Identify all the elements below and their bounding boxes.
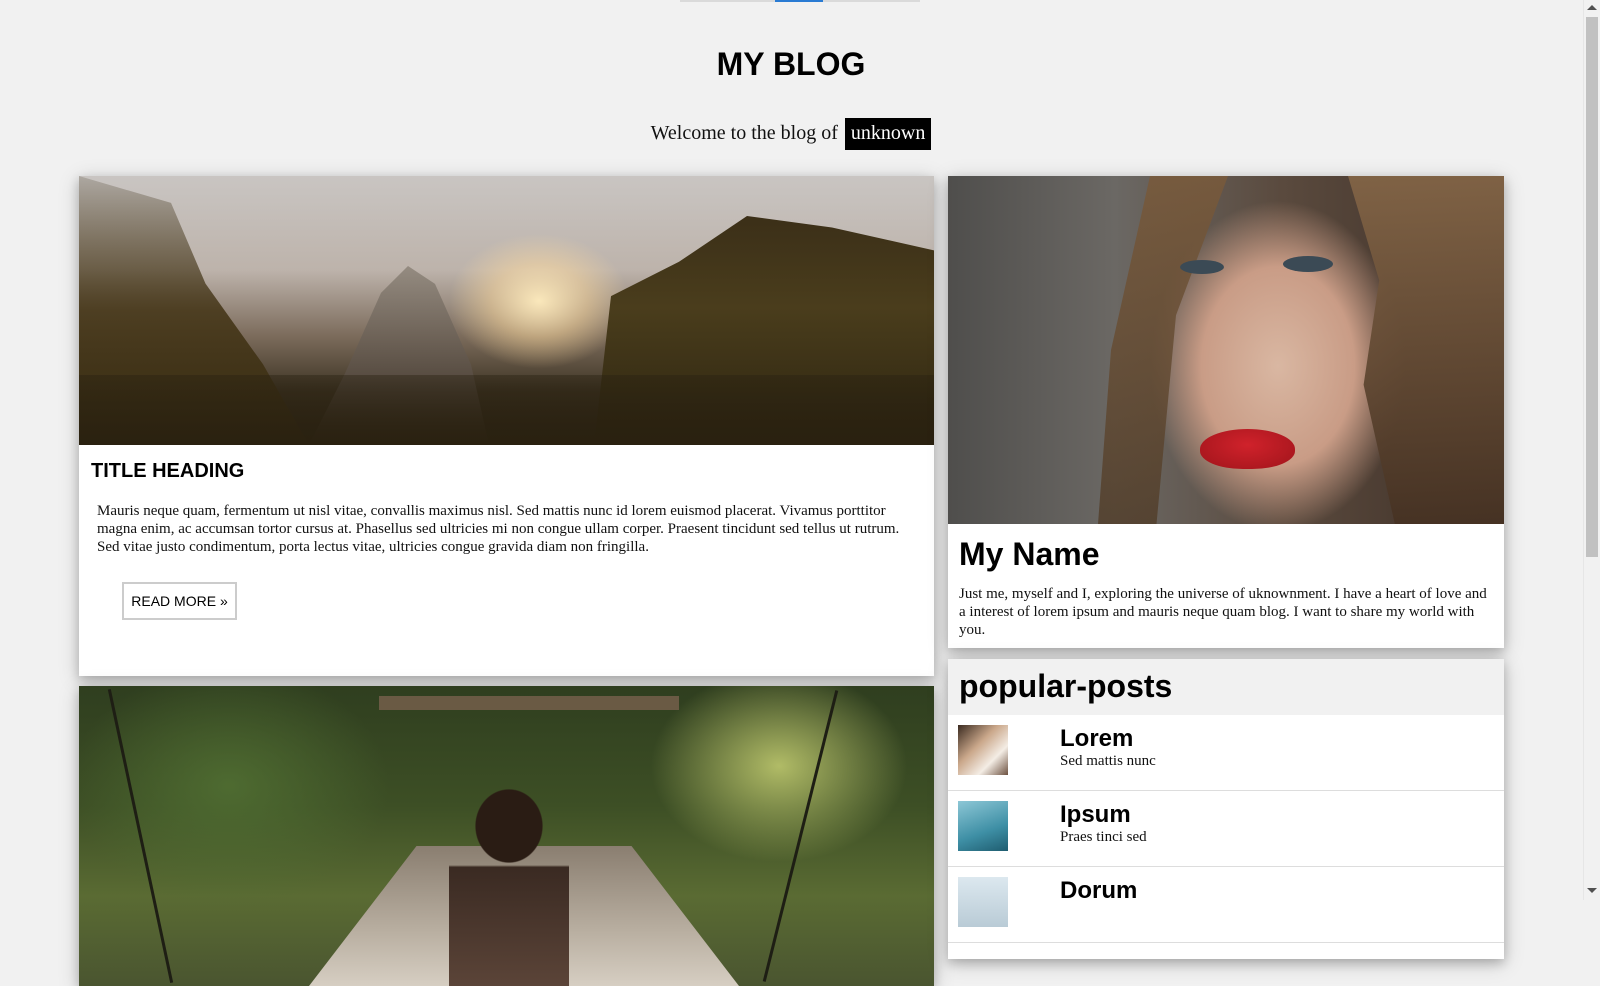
read-more-button[interactable]: READ MORE » [122,582,237,620]
hair-left-shape [1098,176,1228,524]
popular-post-item[interactable]: Dorum [948,867,1504,943]
forest-foreground-shape [79,375,934,445]
about-card: My Name Just me, myself and I, exploring… [948,176,1504,648]
popular-posts-card: popular-posts Lorem Sed mattis nunc Ipsu… [948,659,1504,959]
popular-post-thumbnail [958,877,1008,927]
welcome-text: Welcome to the blog of [650,122,838,144]
about-text: Just me, myself and I, exploring the uni… [959,586,1487,638]
popular-post-name: Ipsum [1060,801,1131,828]
eye-left-shape [1180,260,1224,274]
bridge-rope-right [762,690,839,982]
scroll-up-arrow-icon[interactable] [1587,5,1597,10]
top-nav-active-indicator[interactable] [775,0,823,2]
scrollbar-thumb[interactable] [1586,17,1598,557]
scroll-down-arrow-icon[interactable] [1587,888,1597,893]
popular-post-name: Dorum [1060,877,1138,904]
bridge-rope-left [107,688,174,984]
page-title: MY BLOG [716,46,866,82]
welcome-line: Welcome to the blog of unknown [0,118,1582,150]
popular-posts-header: popular-posts [948,659,1504,715]
blog-post-card [79,686,934,986]
bridge-frame [379,696,679,710]
popular-post-subtitle: Sed mattis nunc [1060,753,1156,769]
popular-post-subtitle: Praes tinci sed [1060,829,1147,845]
about-name: My Name [959,536,1100,572]
welcome-name-tag: unknown [844,118,932,150]
popular-post-thumbnail [958,801,1008,851]
page-scrollbar[interactable] [1583,0,1600,900]
popular-post-item[interactable]: Lorem Sed mattis nunc [948,715,1504,791]
hair-right-shape [1348,176,1504,524]
popular-post-item[interactable]: Ipsum Praes tinci sed [948,791,1504,867]
bridge-forest-image [79,686,934,986]
popular-posts-title: popular-posts [959,668,1173,704]
blog-post-card: TITLE HEADING Mauris neque quam, ferment… [79,176,934,676]
portrait-image [948,176,1504,524]
eye-right-shape [1283,256,1333,272]
popular-post-thumbnail [958,725,1008,775]
lips-shape [1200,429,1295,469]
post-title: TITLE HEADING [91,460,245,482]
popular-post-name: Lorem [1060,725,1134,752]
post-body: Mauris neque quam, fermentum ut nisl vit… [97,503,900,555]
top-nav-strip [680,0,920,2]
mountain-sunset-image [79,176,934,445]
person-figure [449,766,569,986]
